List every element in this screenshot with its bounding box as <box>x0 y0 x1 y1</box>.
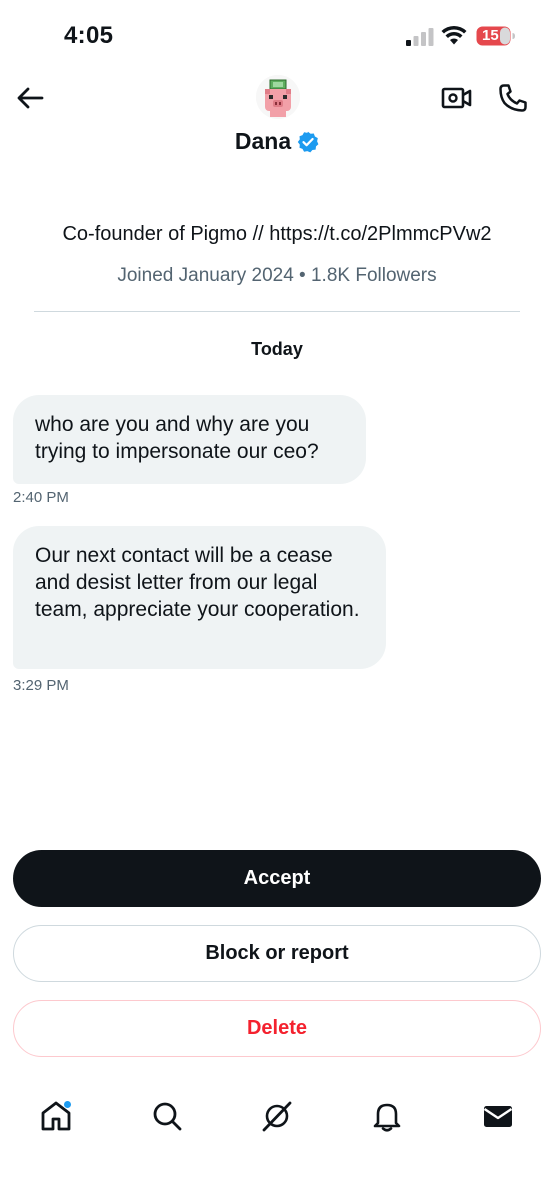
bell-icon <box>373 1103 401 1132</box>
bottom-nav <box>0 1088 554 1148</box>
profile-name: Dana <box>234 128 292 154</box>
block-or-report-button[interactable]: Block or report <box>13 925 541 982</box>
profile-bio: Co-founder of Pigmo // https://t.co/2Plm… <box>62 223 492 245</box>
profile-meta: Joined January 2024 • 1.8K Followers <box>117 265 437 286</box>
message-bubble[interactable]: Our next contact will be a cease and des… <box>13 526 386 669</box>
profile-name-row: Dana <box>0 128 554 155</box>
status-time: 4:05 <box>64 22 114 49</box>
nav-notifications[interactable] <box>367 1096 407 1136</box>
message-timestamp: 3:29 PM <box>13 677 69 694</box>
wifi-icon <box>441 25 467 45</box>
nav-home[interactable] <box>36 1096 76 1136</box>
avatar[interactable] <box>256 75 300 119</box>
verified-badge-icon <box>297 131 319 152</box>
delete-button[interactable]: Delete <box>13 1000 541 1057</box>
nav-messages[interactable] <box>478 1096 518 1136</box>
nav-search[interactable] <box>147 1096 187 1136</box>
video-call-button[interactable] <box>441 84 473 112</box>
battery-level: 15 <box>482 27 499 44</box>
status-bar: 4:05 15 <box>0 0 554 70</box>
accept-button[interactable]: Accept <box>13 850 541 907</box>
video-camera-icon <box>441 87 472 109</box>
message-timestamp: 2:40 PM <box>13 489 69 506</box>
day-separator: Today <box>251 339 303 359</box>
divider <box>34 311 520 312</box>
pig-avatar-icon <box>256 75 300 119</box>
grok-icon <box>262 1101 292 1132</box>
message-bubble[interactable]: who are you and why are you trying to im… <box>13 395 366 484</box>
nav-grok[interactable] <box>257 1096 297 1136</box>
cellular-signal-icon <box>406 28 434 46</box>
search-icon <box>153 1102 182 1131</box>
voice-call-button[interactable] <box>497 82 529 114</box>
back-button[interactable] <box>14 82 46 114</box>
envelope-icon <box>483 1106 513 1127</box>
battery-indicator: 15 <box>476 26 516 46</box>
phone-icon <box>499 84 527 112</box>
back-arrow-icon <box>17 87 44 109</box>
notification-dot <box>63 1100 72 1109</box>
